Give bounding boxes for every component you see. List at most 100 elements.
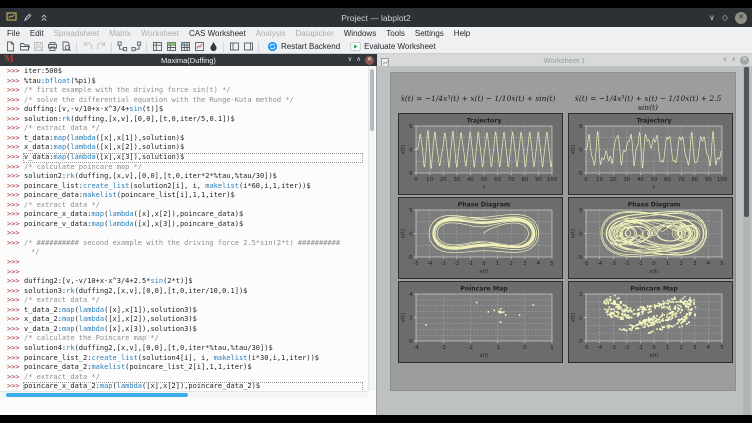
cas-command-input[interactable]: /* calculate the Poincare map */ <box>24 334 368 344</box>
evaluate-worksheet-button[interactable]: Evaluate Worksheet <box>345 41 440 52</box>
cas-command-input[interactable] <box>24 229 368 239</box>
cas-command-input[interactable]: /* extract data */ <box>24 296 368 306</box>
cas-command-input[interactable]: poincare_list:create_list(solution2[i], … <box>24 182 368 192</box>
maxima-icon: M <box>4 55 14 65</box>
cas-command-input[interactable]: poincare_data:makelist(poincare_list[i],… <box>24 191 368 201</box>
menu-help[interactable]: Help <box>449 29 475 38</box>
new-workbook-icon[interactable] <box>150 41 164 53</box>
new-matrix-icon[interactable] <box>178 41 192 53</box>
plot-trajectory-2-canvas: Trajectory0102030405060708090100-505tx(t… <box>569 114 732 194</box>
worksheet-page[interactable]: ẍ(t) = −1/4x³(t) + x(t) − 1/10ẋ(t) + sin… <box>390 72 736 391</box>
cas-command-row: >>>poincare_list:create_list(solution2[i… <box>0 182 368 192</box>
cas-command-input[interactable]: t_data:map(lambda([x],x[1]),solution)$ <box>24 134 368 144</box>
menu-cas-worksheet[interactable]: CAS Worksheet <box>184 29 251 38</box>
cas-command-input[interactable]: v_data_2:map(lambda([x],x[3]),solution3)… <box>24 325 368 335</box>
svg-text:100: 100 <box>547 177 558 183</box>
cas-command-input[interactable]: /* extract data */ <box>24 124 368 134</box>
svg-text:50: 50 <box>651 177 658 183</box>
open-document-icon[interactable] <box>17 41 31 53</box>
cas-command-input[interactable]: x_data_2:map(lambda([x],x[2]),solution3)… <box>24 315 368 325</box>
window-titlebar: Project — labplot2 ∨ ◇ ✕ <box>0 8 752 27</box>
cas-window-titlebar[interactable]: M Maxima(Duffing) ∨ ∧ ✕ <box>0 54 377 66</box>
cas-command-input[interactable]: /* solve the differential equation with … <box>24 96 368 106</box>
shade-icon[interactable] <box>39 9 49 27</box>
cas-command-input[interactable]: */ <box>24 248 368 258</box>
cas-command-input[interactable]: /* calculate poincare map */ <box>24 163 368 173</box>
menu-windows[interactable]: Windows <box>339 29 381 38</box>
cas-horizontal-scrollbar[interactable] <box>0 391 368 398</box>
cas-close-button[interactable]: ✕ <box>365 56 374 65</box>
print-icon[interactable] <box>45 41 59 53</box>
panel-right-icon[interactable] <box>241 41 255 53</box>
cas-vertical-scrollbar[interactable] <box>368 66 375 391</box>
cas-command-input[interactable]: /* first example with the driving force … <box>24 86 368 96</box>
cas-command-input[interactable]: /* extract data */ <box>24 373 368 383</box>
maximize-button[interactable]: ◇ <box>722 14 728 22</box>
cas-command-input[interactable]: poincare_data_2:makelist(poincare_list_2… <box>24 363 368 373</box>
svg-text:-5: -5 <box>407 171 412 177</box>
cas-command-input[interactable]: solution4:rk(duffing2,[x,v],[0,0],[t,0,i… <box>24 344 368 354</box>
menu-settings[interactable]: Settings <box>410 29 449 38</box>
cas-command-input[interactable]: x_data:map(lambda([x],x[2]),solution)$ <box>24 143 368 153</box>
cas-command-input[interactable]: duffing:[v,-v/10+x-x^3/4+sin(t)]$ <box>24 105 368 115</box>
cas-prompt: >>> <box>0 86 24 96</box>
worksheet-vertical-scrollbar[interactable] <box>743 66 750 415</box>
cas-command-input[interactable]: %tau:bfloat(%pi)$ <box>24 77 368 87</box>
cas-command-input[interactable]: iter:500$ <box>24 67 368 77</box>
cas-command-input[interactable]: /* ########## second example with the dr… <box>24 239 368 249</box>
formula-label-right[interactable]: ẍ(t) = −1/4x³(t) + x(t) − 1/10ẋ(t) + 2.5… <box>565 94 731 105</box>
new-document-icon[interactable] <box>3 41 17 53</box>
svg-text:50: 50 <box>481 177 488 183</box>
panel-left-icon[interactable] <box>227 41 241 53</box>
cas-command-input[interactable]: poincare_list_2:create_list(solution4[i]… <box>24 354 368 364</box>
plot-phase-diagram-1[interactable]: Phase Diagram-5-4-3-2-1012345-505x(t)v(t… <box>398 197 563 279</box>
cas-tree-icon[interactable] <box>115 41 129 53</box>
cas-command-input[interactable]: v_data:map(lambda([x],x[3]),solution)$ <box>24 153 368 163</box>
cas-command-input[interactable]: solution3:rk(duffing2,[x,v],[0,0],[t,0,i… <box>24 287 368 297</box>
cas-command-input[interactable]: poincare_x_data:map(lambda([x],x[2]),poi… <box>24 210 368 220</box>
svg-text:0: 0 <box>579 148 583 154</box>
svg-text:-2: -2 <box>454 261 459 267</box>
plot-trajectory-2[interactable]: Trajectory0102030405060708090100-505tx(t… <box>568 113 733 195</box>
ink-note-icon[interactable] <box>206 41 220 53</box>
new-worksheet-icon[interactable] <box>192 41 206 53</box>
menu-edit[interactable]: Edit <box>25 29 49 38</box>
plot-poincare-map-2[interactable]: Poincare Map-5-4-3-2-10123452-2-7x(t)v(t… <box>568 281 733 363</box>
cas-tree-alt-icon[interactable] <box>129 41 143 53</box>
cas-command-input[interactable]: solution:rk(duffing,[x,v],[0,0],[t,0,ite… <box>24 115 368 125</box>
cas-command-input[interactable]: poincare_x_data_2:map(lambda([x],x[2]),p… <box>24 382 368 391</box>
menu-tools[interactable]: Tools <box>381 29 410 38</box>
restart-backend-button[interactable]: Restart Backend <box>262 41 345 52</box>
cas-prompt: >>> <box>0 325 24 335</box>
cas-command-input[interactable] <box>24 268 368 278</box>
cas-command-input[interactable]: t_data_2:map(lambda([x],x[1]),solution3)… <box>24 306 368 316</box>
formula-label-left[interactable]: ẍ(t) = −1/4x³(t) + x(t) − 1/10ẋ(t) + sin… <box>397 94 559 105</box>
svg-text:-7: -7 <box>577 339 582 345</box>
cas-minimize-button[interactable]: ∨ <box>347 57 352 64</box>
worksheet-close-button[interactable]: ✕ <box>740 56 749 65</box>
svg-text:1: 1 <box>666 345 669 351</box>
cas-command-input[interactable] <box>24 258 368 268</box>
menu-file[interactable]: File <box>2 29 25 38</box>
cas-horizontal-scrollbar-thumb[interactable] <box>6 393 188 397</box>
cas-command-input[interactable]: poincare_v_data:map(lambda([x],x[3]),poi… <box>24 220 368 230</box>
plot-poincare-map-1[interactable]: Poincare Map-4-3-2-101024x(t)v(t) <box>398 281 563 363</box>
cas-command-row: >>>/* ########## second example with the… <box>0 239 368 249</box>
plot-trajectory-1[interactable]: Trajectory0102030405060708090100-505tx(t… <box>398 113 563 195</box>
close-button[interactable]: ✕ <box>735 12 747 24</box>
cas-command-input[interactable]: duffing2:[v,-v/10+x-x^3/4+2.5*sin(2*t)]$ <box>24 277 368 287</box>
svg-text:Poincare Map: Poincare Map <box>460 286 508 293</box>
worksheet-minimize-button[interactable]: ∨ <box>722 57 727 64</box>
print-preview-icon[interactable] <box>59 41 73 53</box>
worksheet-vertical-scrollbar-thumb[interactable] <box>744 67 749 217</box>
cas-command-input[interactable]: /* extract data */ <box>24 201 368 211</box>
cas-command-input[interactable]: solution2:rk(duffing,[x,v],[0,0],[t,0,it… <box>24 172 368 182</box>
cas-maximize-button[interactable]: ∧ <box>356 57 361 64</box>
worksheet-maximize-button[interactable]: ∧ <box>731 57 736 64</box>
plot-phase-diagram-2[interactable]: Phase Diagram-5-4-3-2-1012345-505x(t)v(t… <box>568 197 733 279</box>
new-spreadsheet-icon[interactable] <box>164 41 178 53</box>
cas-vertical-scrollbar-thumb[interactable] <box>370 69 374 131</box>
minimize-button[interactable]: ∨ <box>709 14 715 22</box>
svg-text:30: 30 <box>453 177 460 183</box>
pin-icon[interactable] <box>23 9 33 27</box>
